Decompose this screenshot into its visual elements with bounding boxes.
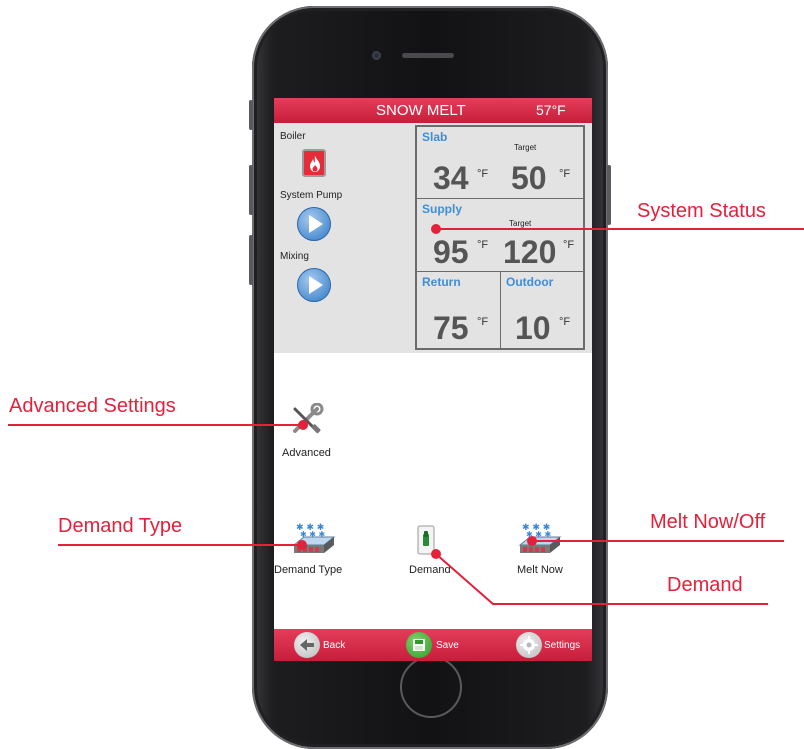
- system-status-dot: [431, 224, 441, 234]
- callout-advanced-settings: Advanced Settings: [9, 395, 176, 417]
- callout-melt-now-off: Melt Now/Off: [650, 511, 766, 533]
- advanced-settings-dot: [298, 420, 308, 430]
- callout-system-status: System Status: [637, 200, 766, 222]
- callout-demand-type: Demand Type: [58, 515, 183, 537]
- demand-type-dot: [297, 540, 307, 550]
- demand-dot: [431, 549, 441, 559]
- callout-demand: Demand: [667, 574, 743, 596]
- callout-lines: [8, 224, 804, 605]
- melt-now-dot: [527, 536, 537, 546]
